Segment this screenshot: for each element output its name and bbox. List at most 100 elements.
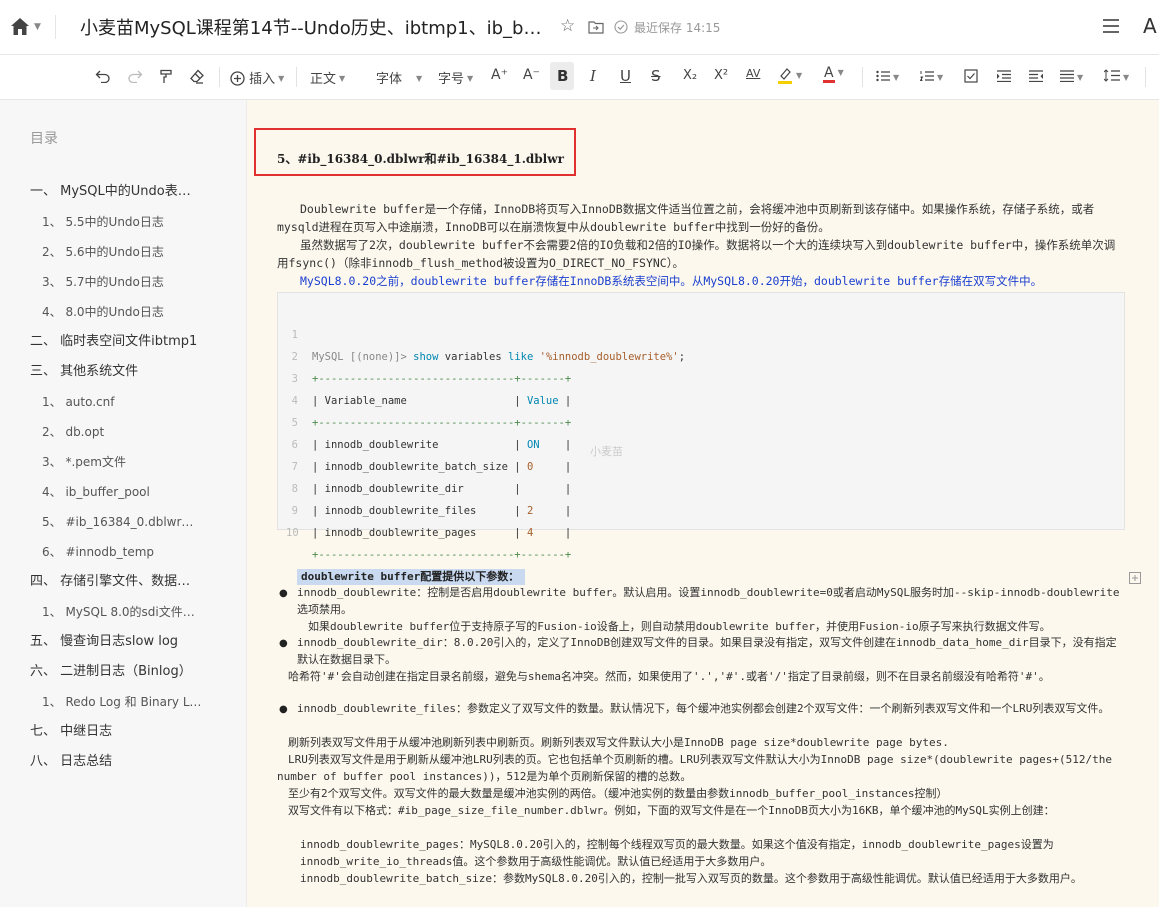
- toc-item[interactable]: 四、 存储引擎文件、数据…: [0, 572, 200, 602]
- list-item: innodb_doublewrite_files：参数定义了双写文件的数量。默认…: [297, 702, 1110, 715]
- redo-icon[interactable]: [127, 69, 143, 83]
- toc-item[interactable]: 1、 Redo Log 和 Binary Log…: [0, 692, 204, 722]
- font-settings-button[interactable]: A: [1143, 14, 1157, 38]
- decrease-font-button[interactable]: A⁻: [523, 67, 540, 83]
- plus-circle-icon: [230, 71, 245, 86]
- folder-move-icon[interactable]: [588, 19, 604, 34]
- document-title[interactable]: 小麦苗MySQL课程第14节--Undo历史、ibtmp1、ib_buff…: [80, 14, 548, 40]
- subscript-button[interactable]: X₂: [683, 68, 697, 83]
- font-size-select[interactable]: 字号 ▼: [438, 68, 473, 87]
- checkbox-icon: [964, 69, 978, 83]
- outdent-icon[interactable]: [1029, 70, 1043, 82]
- toc-item[interactable]: 3、 5.7中的Undo日志: [0, 272, 204, 302]
- letter-spacing-button[interactable]: AV: [746, 67, 760, 80]
- list-item: innodb_doublewrite_dir：8.0.20引入的，定义了Inno…: [297, 636, 1117, 666]
- code-block[interactable]: 1 MySQL [(none)]> show variables like '%…: [277, 292, 1125, 561]
- numbered-list-button[interactable]: ▼: [920, 70, 943, 86]
- list-item-note: 哈希符'#'会自动创建在指定目录名前缀，避免与shema名冲突。然而，如果使用了…: [277, 670, 1050, 683]
- code-line: 9 | innodb_doublewrite_pages | 4 |: [278, 478, 1124, 539]
- chevron-down-icon: ▼: [1123, 73, 1130, 82]
- list-item-note: 双写文件有以下格式：#ib_page_size_file_number.dblw…: [277, 804, 1055, 817]
- code-line: 5 | innodb_doublewrite | ON |: [278, 390, 1124, 451]
- menu-icon[interactable]: [1102, 18, 1120, 34]
- font-color-button[interactable]: A ▼: [823, 66, 844, 83]
- document-body[interactable]: 5、#ib_16384_0.dblwr和#ib_16384_1.dblwr Do…: [247, 100, 1159, 907]
- font-family-label: 字体: [376, 72, 403, 87]
- saved-check-icon: [614, 19, 628, 34]
- toc-item[interactable]: 2、 5.6中的Undo日志: [0, 242, 204, 272]
- align-button[interactable]: ▼: [1060, 70, 1083, 86]
- font-size-label: 字号: [438, 72, 465, 87]
- toc-item[interactable]: 1、 5.5中的Undo日志: [0, 212, 204, 242]
- toc-item[interactable]: 二、 临时表空间文件ibtmp1: [0, 332, 200, 362]
- toc-list: 一、 MySQL中的Undo表… 1、 5.5中的Undo日志 2、 5.6中的Un…: [0, 182, 246, 782]
- chevron-down-icon[interactable]: ▼: [34, 22, 41, 32]
- toolbar-divider: [219, 67, 220, 87]
- watermark: 小麦苗: [590, 445, 623, 458]
- italic-button[interactable]: I: [590, 67, 596, 85]
- star-icon[interactable]: ☆: [560, 16, 575, 36]
- superscript-button[interactable]: X²: [714, 68, 728, 83]
- toc-item[interactable]: 4、 ib_buffer_pool: [0, 482, 204, 512]
- toc-item[interactable]: 七、 中继日志: [0, 722, 200, 752]
- toc-item[interactable]: 4、 8.0中的Undo日志: [0, 302, 204, 332]
- highlight-color-button[interactable]: ▼: [777, 66, 802, 84]
- toc-item[interactable]: 2、 db.opt: [0, 422, 204, 452]
- undo-icon[interactable]: [95, 69, 111, 83]
- strikethrough-button[interactable]: S: [651, 67, 661, 85]
- paragraph-style-label: 正文: [310, 72, 337, 87]
- list-item: innodb_doublewrite_pages：MySQL8.0.20引入的，…: [300, 838, 1054, 868]
- section-heading: 5、#ib_16384_0.dblwr和#ib_16384_1.dblwr: [277, 152, 564, 166]
- bold-button[interactable]: B: [557, 67, 568, 85]
- indent-icon[interactable]: [997, 70, 1011, 82]
- toolbar-divider: [296, 67, 297, 87]
- format-painter-icon[interactable]: [159, 69, 173, 84]
- line-height-icon: [1104, 69, 1120, 82]
- add-block-icon[interactable]: [1129, 569, 1141, 584]
- code-line: 6 | innodb_doublewrite_batch_size | 0 |: [278, 412, 1124, 473]
- bullet-dot: ●: [279, 638, 288, 649]
- code-line: 8 | innodb_doublewrite_files | 2 |: [278, 456, 1124, 517]
- code-line: 1 MySQL [(none)]> show variables like '%…: [278, 302, 1124, 363]
- toc-item[interactable]: 八、 日志总结: [0, 752, 200, 782]
- chevron-down-icon: ▼: [1077, 73, 1084, 82]
- toc-item[interactable]: 三、 其他系统文件: [0, 362, 200, 392]
- line-number: 10: [286, 527, 299, 539]
- list-item-note: 至少有2个双写文件。双写文件的最大数量是缓冲池实例的两倍。（缓冲池实例的数量由参…: [277, 787, 948, 800]
- chevron-down-icon: ▼: [937, 73, 944, 82]
- insert-label: 插入: [249, 72, 276, 87]
- toc-item[interactable]: 一、 MySQL中的Undo表…: [0, 182, 200, 212]
- toc-item[interactable]: 1、 MySQL 8.0的sdi文件和ib…: [0, 602, 204, 632]
- chevron-down-icon: ▼: [467, 74, 474, 83]
- toolbar-divider: [1145, 67, 1146, 87]
- task-list-button[interactable]: [964, 69, 978, 83]
- code-line: 3 | Variable_name | Value |: [278, 346, 1124, 407]
- code-text: | innodb_doublewrite_pages | 4 |: [312, 522, 571, 544]
- toc-item[interactable]: 5、 #ib_16384_0.dblwr和#ib…: [0, 512, 204, 542]
- chevron-down-icon: ▼: [893, 73, 900, 82]
- home-icon[interactable]: [10, 17, 32, 37]
- title-bar: ▼ 小麦苗MySQL课程第14节--Undo历史、ibtmp1、ib_buff……: [0, 0, 1159, 55]
- toc-item[interactable]: 六、 二进制日志（Binlog）: [0, 662, 200, 692]
- highlighter-icon: [778, 68, 792, 84]
- paragraph-style-select[interactable]: 正文 ▼: [310, 68, 345, 87]
- increase-font-button[interactable]: A⁺: [491, 67, 508, 83]
- paragraph-blue: MySQL8.0.20之前，doublewrite buffer存储在InnoD…: [277, 274, 1043, 288]
- toc-item[interactable]: 6、 #innodb_temp: [0, 542, 204, 572]
- list-item-note: 刷新列表双写文件用于从缓冲池刷新列表中刷新页。刷新列表双写文件默认大小是Inno…: [277, 736, 949, 749]
- bullet-list-icon: [876, 70, 890, 82]
- chevron-down-icon: ▼: [796, 71, 803, 80]
- table-of-contents: 目录 一、 MySQL中的Undo表… 1、 5.5中的Undo日志 2、 5.6中…: [0, 100, 247, 907]
- insert-menu[interactable]: 插入 ▼: [230, 68, 284, 87]
- font-family-select[interactable]: 字体 ▼: [376, 68, 422, 87]
- underline-button[interactable]: U: [620, 67, 631, 85]
- align-icon: [1060, 70, 1074, 82]
- clear-format-icon[interactable]: [189, 69, 205, 84]
- toc-item[interactable]: 3、 *.pem文件: [0, 452, 204, 482]
- toc-item[interactable]: 1、 auto.cnf: [0, 392, 204, 422]
- highlighted-subheading: doublewrite buffer配置提供以下参数：: [297, 569, 526, 585]
- toc-item[interactable]: 五、 慢查询日志slow log: [0, 632, 200, 662]
- bulleted-list-button[interactable]: ▼: [876, 70, 899, 86]
- line-height-button[interactable]: ▼: [1104, 69, 1129, 86]
- bullet-dot: ●: [279, 704, 288, 715]
